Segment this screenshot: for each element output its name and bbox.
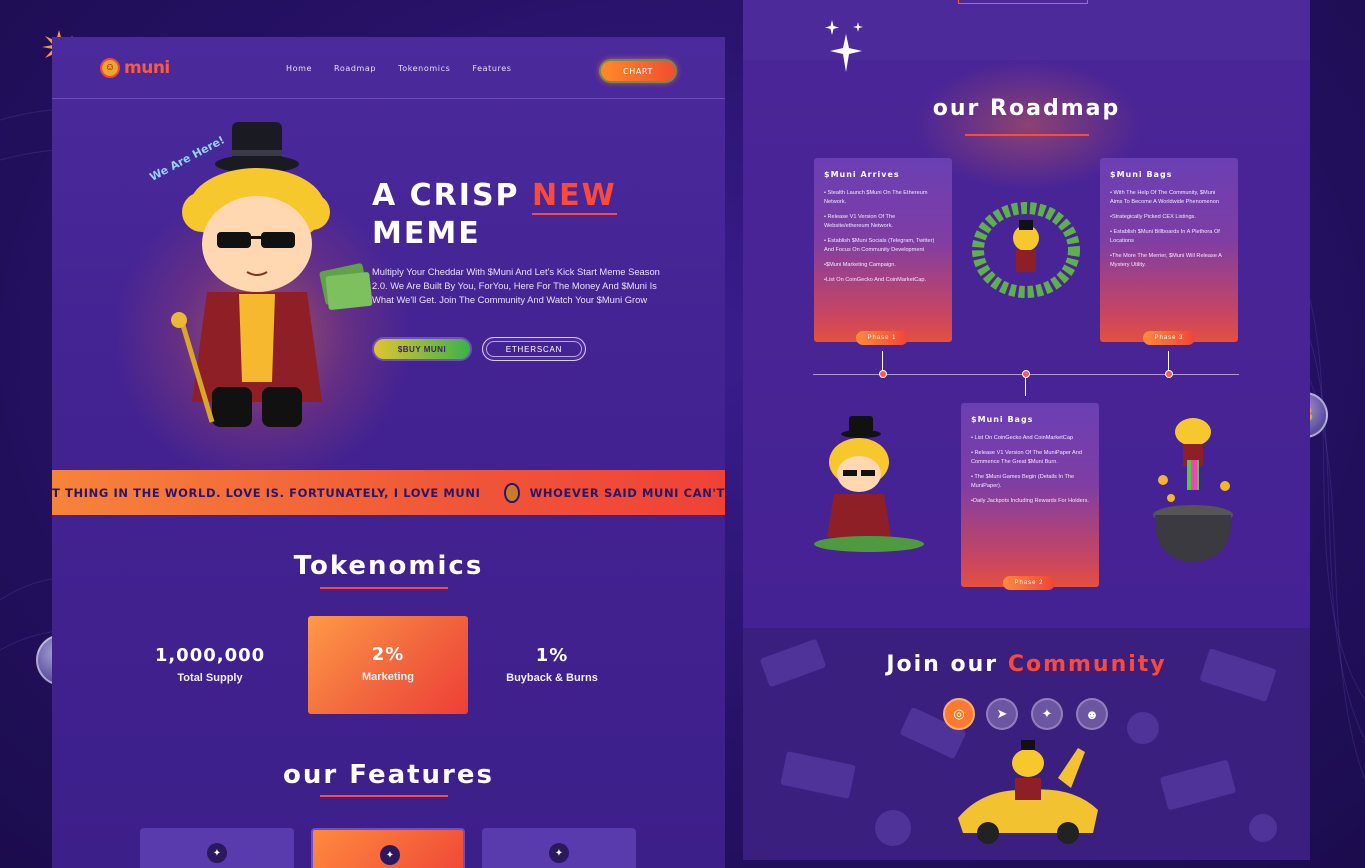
phase-item: • Establish $Muni Socials (Telegram, Twi… <box>824 238 935 253</box>
telegram-icon: ➤ <box>996 706 1008 721</box>
instagram-icon: ◎ <box>953 706 965 721</box>
mascot-money-wreath-illustration <box>972 202 1080 298</box>
token-stat-label: Buyback & Burns <box>506 672 598 684</box>
timeline-dot <box>1022 370 1030 378</box>
star-icon: ✦ <box>207 843 227 863</box>
tokenomics-title: Tokenomics <box>293 551 484 581</box>
phase-item: • With The Help Of The Community, $Muni … <box>1110 190 1219 205</box>
phase-2-pill: Phase 2 <box>1003 576 1055 590</box>
hero-title-part1: A CRISP <box>372 178 520 213</box>
phase-heading: $Muni Arrives <box>824 170 900 179</box>
nav-link-features[interactable]: Features <box>472 64 511 73</box>
brand-logo[interactable]: ☺ muni <box>100 57 170 78</box>
feature-card-active[interactable]: ✦ <box>311 828 465 868</box>
timeline-stem <box>1168 351 1169 371</box>
nav-links: Home Roadmap Tokenomics Features <box>286 37 512 99</box>
timeline-dot <box>879 370 887 378</box>
token-stat-value: 2% <box>371 644 405 665</box>
features-underline <box>320 795 448 797</box>
roadmap-title: our Roadmap <box>932 96 1121 121</box>
hero-description: Multiply Your Cheddar With $Muni And Let… <box>372 266 660 305</box>
phase-item: •The More The Merrier, $Muni Will Releas… <box>1110 253 1222 268</box>
community-section: Join our Community ◎ ➤ ✦ ☻ <box>743 628 1310 860</box>
mascot-pot-of-gold-illustration <box>1153 418 1233 562</box>
top-navbar: ☺ muni Home Roadmap Tokenomics Features … <box>52 37 725 99</box>
phase-item: •$Muni Marketing Campaign. <box>824 262 896 268</box>
discord-button[interactable]: ☻ <box>1076 698 1108 730</box>
phase-3-pill: Phase 3 <box>1143 331 1195 345</box>
hero-title-part2: MEME <box>372 216 481 251</box>
roadmap-underline <box>965 134 1089 136</box>
phase-item: • Release V1 Version Of The MuniPaper An… <box>971 450 1082 465</box>
community-title: Join our Community <box>743 652 1310 677</box>
hero-title-accent: NEW <box>532 178 617 215</box>
muni-face-icon <box>504 482 520 503</box>
phase-item: •Strategically Picked CEX Listings. <box>1110 214 1196 220</box>
telegram-button[interactable]: ➤ <box>986 698 1018 730</box>
landing-page-preview: ☺ muni Home Roadmap Tokenomics Features … <box>52 37 725 868</box>
phase-item: • List On CoinGecko And CoinMarketCap <box>971 435 1074 441</box>
twitter-button[interactable]: ✦ <box>1031 698 1063 730</box>
discord-icon: ☻ <box>1085 706 1099 722</box>
phase-heading: $Muni Bags <box>971 415 1034 424</box>
etherscan-button[interactable]: ETHERSCAN <box>482 337 586 361</box>
timeline-dot <box>1165 370 1173 378</box>
instagram-button[interactable]: ◎ <box>943 698 975 730</box>
token-stat-value: 1% <box>535 645 569 666</box>
phase-item: •List On CoinGecko And CoinMarketCap. <box>824 277 927 283</box>
ticker-text-1: T THING IN THE WORLD. LOVE IS. FORTUNATE… <box>52 485 481 500</box>
phase-1-pill: Phase 1 <box>856 331 908 345</box>
muni-face-icon: ☺ <box>100 57 120 78</box>
star-icon: ✦ <box>549 843 569 863</box>
chart-button[interactable]: CHART <box>599 59 677 83</box>
token-stat-value: 1,000,000 <box>154 645 266 666</box>
phase-item: • Stealth Launch $Muni On The Ethereum N… <box>824 190 928 205</box>
token-stat-buyback: 1% Buyback & Burns <box>472 617 632 715</box>
token-stat-supply: 1,000,000 Total Supply <box>130 617 290 715</box>
twitter-icon: ✦ <box>1041 706 1053 721</box>
phase-card-2: $Muni Bags • List On CoinGecko And CoinM… <box>961 403 1099 587</box>
phase-card-1: $Muni Arrives • Stealth Launch $Muni On … <box>814 158 952 342</box>
divider-bar <box>958 0 1088 4</box>
phase-item: • The $Muni Games Begin (Details In The … <box>971 474 1075 489</box>
buy-muni-button[interactable]: $BUY MUNI <box>372 337 472 361</box>
phase-item: • Establish $Muni Billboards In A Pletho… <box>1110 229 1220 244</box>
nav-link-roadmap[interactable]: Roadmap <box>334 64 376 73</box>
nav-link-tokenomics[interactable]: Tokenomics <box>398 64 450 73</box>
phase-heading: $Muni Bags <box>1110 170 1173 179</box>
feature-card[interactable]: ✦ <box>140 828 294 868</box>
brand-name: muni <box>124 57 170 78</box>
mascot-illustration: We Are Here! <box>148 122 373 427</box>
token-stat-label: Marketing <box>362 671 414 683</box>
nav-link-home[interactable]: Home <box>286 64 312 73</box>
mascot-sitting-illustration <box>814 416 924 552</box>
star-icon: ✦ <box>380 845 400 865</box>
we-are-here-badge: We Are Here! <box>148 133 227 183</box>
ticker-text-2: WHOEVER SAID MUNI CAN'T <box>529 485 725 500</box>
feature-card[interactable]: ✦ <box>482 828 636 868</box>
tokenomics-underline <box>320 587 448 589</box>
features-title: our Features <box>282 760 494 790</box>
mascot-sports-car-illustration <box>958 740 1098 844</box>
token-stat-label: Total Supply <box>177 672 243 684</box>
community-title-accent: Community <box>1007 652 1167 677</box>
token-stat-marketing[interactable]: 2% Marketing <box>308 616 468 714</box>
phase-card-3: $Muni Bags • With The Help Of The Commun… <box>1100 158 1238 342</box>
phase-item: •Daily Jackpots Including Rewards For Ho… <box>971 498 1089 504</box>
timeline-stem <box>882 351 883 371</box>
scrolling-ticker: T THING IN THE WORLD. LOVE IS. FORTUNATE… <box>52 470 725 515</box>
sparkle-icon <box>825 20 863 72</box>
community-title-part1: Join our <box>886 652 999 677</box>
hero-title: A CRISP NEW MEME <box>372 177 617 253</box>
phase-item: • Release V1 Version Of The Website/ethe… <box>824 214 896 229</box>
roadmap-section: our Roadmap $Muni Arrives • Stealth Laun… <box>743 60 1310 628</box>
